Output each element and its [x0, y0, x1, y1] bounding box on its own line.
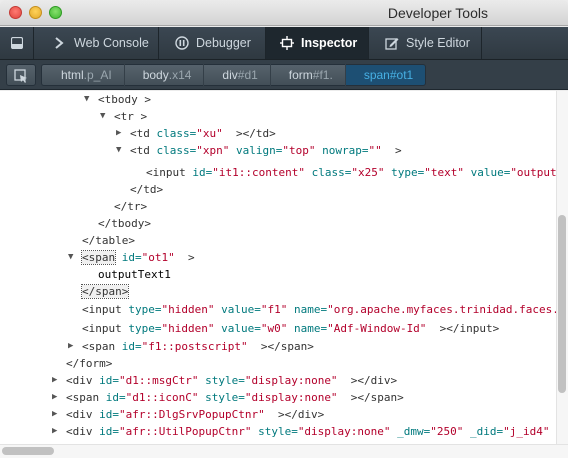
tab-label: Inspector: [301, 36, 358, 50]
toolbox-tab-bar: Web Console Debugger Inspector Style Edi…: [0, 27, 568, 60]
window-title: Developer Tools: [387, 5, 488, 21]
style-editor-icon: [385, 38, 399, 50]
vertical-scrollbar-thumb[interactable]: [558, 215, 566, 393]
tab-label: Web Console: [74, 36, 149, 50]
expand-arrow-icon[interactable]: ▶: [116, 129, 125, 138]
markup-node[interactable]: <input id="it1::content" class="x25" typ…: [146, 164, 557, 181]
breadcrumb-bar: html .p_AI body .x14 div #d1 form #f1. span #…: [0, 60, 568, 90]
markup-node[interactable]: <span id="d1::iconC" style="display:none…: [66, 389, 404, 406]
tab-bar-spacer: [482, 27, 568, 59]
dock-toggle-button[interactable]: [0, 27, 34, 59]
inspector-icon: [280, 36, 294, 50]
horizontal-scrollbar-thumb[interactable]: [2, 447, 54, 455]
markup-view[interactable]: ▼ <tbody > ▼ <tr > ▶ <td class="xu" ></t…: [0, 91, 568, 444]
markup-node[interactable]: <div id="afr::DlgSrvPopupCtnr" ></div>: [66, 406, 324, 423]
tab-web-console[interactable]: Web Console: [34, 27, 159, 59]
breadcrumb-item[interactable]: form #f1.: [270, 64, 345, 86]
markup-node[interactable]: <input type="hidden" value="w0" name="Ad…: [82, 320, 499, 337]
horizontal-scrollbar-track[interactable]: [0, 444, 568, 458]
markup-closing-tag[interactable]: </tr>: [114, 198, 147, 215]
expand-arrow-icon[interactable]: ▶: [52, 427, 61, 436]
markup-node[interactable]: <span id="f1::postscript" ></span>: [82, 338, 314, 355]
expand-arrow-icon[interactable]: ▶: [52, 393, 61, 402]
breadcrumb-item[interactable]: body .x14: [124, 64, 204, 86]
markup-closing-tag[interactable]: </form>: [66, 355, 112, 372]
expand-arrow-icon[interactable]: ▶: [52, 410, 61, 419]
pause-icon: [175, 36, 189, 50]
tab-label: Style Editor: [406, 36, 470, 50]
markup-node[interactable]: <tr >: [114, 108, 147, 125]
collapse-arrow-icon[interactable]: ▼: [84, 95, 93, 104]
expand-arrow-icon[interactable]: ▶: [52, 376, 61, 385]
markup-closing-tag[interactable]: </table>: [82, 232, 135, 249]
collapse-arrow-icon[interactable]: ▼: [116, 146, 125, 155]
expand-arrow-icon[interactable]: ▶: [68, 342, 77, 351]
breadcrumb-item-selected[interactable]: span #ot1: [345, 64, 427, 86]
picker-icon: [14, 69, 27, 83]
markup-closing-tag[interactable]: </span>: [80, 283, 130, 300]
title-bar: Developer Tools: [0, 0, 568, 26]
collapse-arrow-icon[interactable]: ▼: [68, 253, 77, 262]
markup-node[interactable]: <tbody >: [98, 91, 151, 108]
element-picker-button[interactable]: [6, 64, 36, 86]
markup-node[interactable]: <td class="xu" ></td>: [130, 125, 276, 142]
markup-node[interactable]: <div id="afr::UtilPopupCtnr" style="disp…: [66, 423, 550, 440]
markup-closing-tag[interactable]: </tbody>: [98, 215, 151, 232]
collapse-arrow-icon[interactable]: ▼: [100, 112, 109, 121]
markup-node[interactable]: <div id="d1::msgCtr" style="display:none…: [66, 372, 397, 389]
markup-closing-tag[interactable]: </td>: [130, 181, 163, 198]
tab-debugger[interactable]: Debugger: [159, 27, 266, 59]
markup-node[interactable]: <td class="xpn" valign="top" nowrap="" >: [130, 142, 402, 159]
tab-label: Debugger: [196, 36, 251, 50]
console-icon: [55, 37, 64, 49]
breadcrumb: html .p_AI body .x14 div #d1 form #f1. span #…: [41, 64, 427, 86]
tab-inspector[interactable]: Inspector: [266, 27, 369, 59]
tab-style-editor[interactable]: Style Editor: [369, 27, 482, 59]
markup-node[interactable]: <input type="hidden" value="f1" name="or…: [82, 301, 559, 318]
breadcrumb-item[interactable]: html .p_AI: [41, 64, 124, 86]
breadcrumb-item[interactable]: div #d1: [204, 64, 270, 86]
dock-icon: [10, 37, 23, 49]
selected-markup-node[interactable]: <span id="ot1" >: [80, 249, 195, 266]
text-node[interactable]: outputText1: [98, 266, 171, 283]
